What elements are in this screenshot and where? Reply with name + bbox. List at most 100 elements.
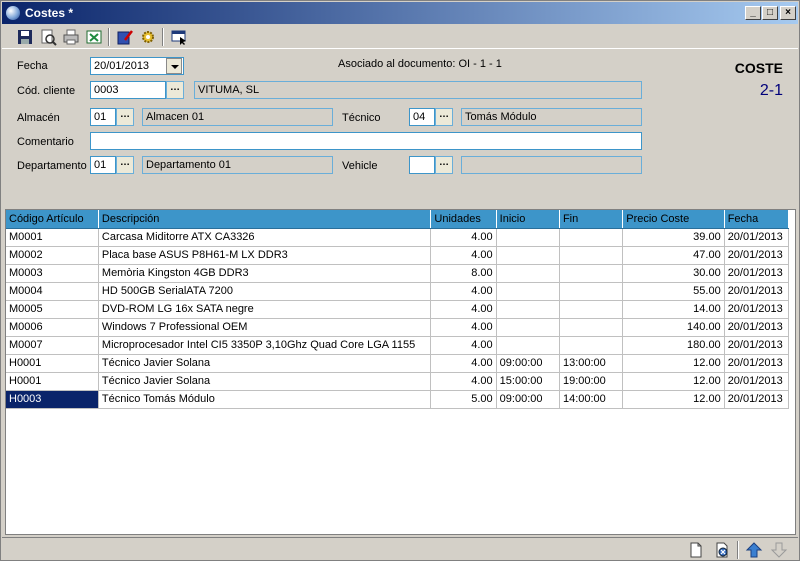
departamento-lookup-button[interactable]: … bbox=[116, 156, 134, 174]
cell-inicio[interactable] bbox=[496, 282, 560, 301]
departamento-code-input[interactable]: 01 bbox=[90, 156, 116, 174]
cell-precio-coste[interactable]: 12.00 bbox=[622, 354, 725, 373]
cell-precio-coste[interactable]: 140.00 bbox=[622, 318, 725, 337]
cell-precio-coste[interactable]: 39.00 bbox=[622, 228, 725, 247]
save-icon[interactable] bbox=[16, 28, 34, 46]
table-row[interactable]: M0005 DVD-ROM LG 16x SATA negre 4.00 14.00 2… bbox=[6, 300, 790, 319]
maximize-button[interactable]: □ bbox=[762, 6, 778, 20]
cell-precio-coste[interactable]: 30.00 bbox=[622, 264, 725, 283]
cell-precio-coste[interactable]: 12.00 bbox=[622, 372, 725, 391]
cell-codigo[interactable]: H0001 bbox=[6, 354, 99, 373]
cell-unidades[interactable]: 4.00 bbox=[430, 282, 497, 301]
cliente-code-input[interactable]: 0003 bbox=[90, 81, 166, 99]
cell-fecha[interactable]: 20/01/2013 bbox=[724, 354, 790, 373]
cell-fin[interactable]: 19:00:00 bbox=[559, 372, 624, 391]
cell-fin[interactable] bbox=[559, 264, 624, 283]
column-header-unidades[interactable]: Unidades bbox=[430, 210, 497, 229]
tecnico-code-input[interactable]: 04 bbox=[409, 108, 435, 126]
cell-precio-coste[interactable]: 47.00 bbox=[622, 246, 725, 265]
column-header-inicio[interactable]: Inicio bbox=[496, 210, 560, 229]
cell-unidades[interactable]: 4.00 bbox=[430, 300, 497, 319]
cell-unidades[interactable]: 4.00 bbox=[430, 354, 497, 373]
fecha-dropdown-icon[interactable] bbox=[166, 58, 182, 74]
cell-unidades[interactable]: 4.00 bbox=[430, 372, 497, 391]
vehicle-lookup-button[interactable]: … bbox=[435, 156, 453, 174]
table-row[interactable]: M0001 Carcasa Miditorre ATX CA3326 4.00 39.… bbox=[6, 228, 790, 247]
tecnico-lookup-button[interactable]: … bbox=[435, 108, 453, 126]
print-preview-icon[interactable] bbox=[39, 28, 57, 46]
cell-inicio[interactable] bbox=[496, 336, 560, 355]
cell-codigo[interactable]: H0003 bbox=[6, 390, 99, 409]
cell-unidades[interactable]: 4.00 bbox=[430, 318, 497, 337]
cell-fecha[interactable]: 20/01/2013 bbox=[724, 336, 790, 355]
close-button[interactable]: × bbox=[780, 6, 796, 20]
cell-fecha[interactable]: 20/01/2013 bbox=[724, 300, 790, 319]
vehicle-code-input[interactable] bbox=[409, 156, 435, 174]
table-row[interactable]: M0004 HD 500GB SerialATA 7200 4.00 55.00 20/… bbox=[6, 282, 790, 301]
cell-unidades[interactable]: 4.00 bbox=[430, 336, 497, 355]
cell-inicio[interactable]: 15:00:00 bbox=[496, 372, 560, 391]
cell-inicio[interactable] bbox=[496, 300, 560, 319]
cell-codigo[interactable]: M0001 bbox=[6, 228, 99, 247]
column-header-descripcion[interactable]: Descripción bbox=[98, 210, 432, 229]
cell-fin[interactable]: 14:00:00 bbox=[559, 390, 624, 409]
cell-precio-coste[interactable]: 14.00 bbox=[622, 300, 725, 319]
cell-inicio[interactable]: 09:00:00 bbox=[496, 390, 560, 409]
cell-descripcion[interactable]: Técnico Javier Solana bbox=[98, 372, 432, 391]
cell-codigo[interactable]: M0004 bbox=[6, 282, 99, 301]
cell-inicio[interactable] bbox=[496, 264, 560, 283]
cell-precio-coste[interactable]: 12.00 bbox=[622, 390, 725, 409]
table-row[interactable]: M0006 Windows 7 Professional OEM 4.00 140.0… bbox=[6, 318, 790, 337]
cell-fecha[interactable]: 20/01/2013 bbox=[724, 390, 790, 409]
table-row[interactable]: M0003 Memòria Kingston 4GB DDR3 8.00 30.00 2… bbox=[6, 264, 790, 283]
cell-codigo[interactable]: M0002 bbox=[6, 246, 99, 265]
cost-lines-grid[interactable]: Código Artículo Descripción Unidades Ini… bbox=[5, 209, 796, 535]
cell-inicio[interactable] bbox=[496, 246, 560, 265]
cell-codigo[interactable]: M0007 bbox=[6, 336, 99, 355]
cell-descripcion[interactable]: DVD-ROM LG 16x SATA negre bbox=[98, 300, 432, 319]
cell-descripcion[interactable]: Carcasa Miditorre ATX CA3326 bbox=[98, 228, 432, 247]
column-header-fin[interactable]: Fin bbox=[559, 210, 624, 229]
table-row[interactable]: M0002 Placa base ASUS P8H61-M LX DDR3 4.00… bbox=[6, 246, 790, 265]
settings-gear-icon[interactable] bbox=[139, 28, 157, 46]
cell-codigo[interactable]: M0003 bbox=[6, 264, 99, 283]
move-up-icon[interactable] bbox=[745, 541, 763, 559]
cell-inicio[interactable] bbox=[496, 228, 560, 247]
cell-fin[interactable] bbox=[559, 246, 624, 265]
cell-unidades[interactable]: 4.00 bbox=[430, 228, 497, 247]
cell-descripcion[interactable]: Windows 7 Professional OEM bbox=[98, 318, 432, 337]
cell-fecha[interactable]: 20/01/2013 bbox=[724, 246, 790, 265]
cell-inicio[interactable]: 09:00:00 bbox=[496, 354, 560, 373]
cell-descripcion[interactable]: Microprocesador Intel CI5 3350P 3,10Ghz … bbox=[98, 336, 432, 355]
cell-codigo[interactable]: M0005 bbox=[6, 300, 99, 319]
cell-fin[interactable] bbox=[559, 336, 624, 355]
cell-unidades[interactable]: 4.00 bbox=[430, 246, 497, 265]
cell-descripcion[interactable]: Placa base ASUS P8H61-M LX DDR3 bbox=[98, 246, 432, 265]
cell-descripcion[interactable]: Memòria Kingston 4GB DDR3 bbox=[98, 264, 432, 283]
cell-fecha[interactable]: 20/01/2013 bbox=[724, 228, 790, 247]
cell-fin[interactable] bbox=[559, 228, 624, 247]
cell-unidades[interactable]: 5.00 bbox=[430, 390, 497, 409]
cell-codigo[interactable]: H0001 bbox=[6, 372, 99, 391]
cell-precio-coste[interactable]: 55.00 bbox=[622, 282, 725, 301]
cell-descripcion[interactable]: HD 500GB SerialATA 7200 bbox=[98, 282, 432, 301]
cell-descripcion[interactable]: Técnico Javier Solana bbox=[98, 354, 432, 373]
cell-fecha[interactable]: 20/01/2013 bbox=[724, 318, 790, 337]
column-header-fecha[interactable]: Fecha bbox=[724, 210, 790, 229]
comentario-input[interactable] bbox=[90, 132, 642, 150]
cell-fin[interactable] bbox=[559, 282, 624, 301]
table-row[interactable]: H0001 Técnico Javier Solana 4.00 15:00:00 19… bbox=[6, 372, 790, 391]
minimize-button[interactable]: _ bbox=[745, 6, 761, 20]
cell-fin[interactable] bbox=[559, 300, 624, 319]
column-header-codigo[interactable]: Código Artículo bbox=[6, 210, 99, 229]
cell-fecha[interactable]: 20/01/2013 bbox=[724, 372, 790, 391]
export-excel-icon[interactable] bbox=[85, 28, 103, 46]
cell-inicio[interactable] bbox=[496, 318, 560, 337]
edit-document-icon[interactable] bbox=[116, 28, 134, 46]
cell-precio-coste[interactable]: 180.00 bbox=[622, 336, 725, 355]
cell-fin[interactable] bbox=[559, 318, 624, 337]
cell-unidades[interactable]: 8.00 bbox=[430, 264, 497, 283]
cell-fecha[interactable]: 20/01/2013 bbox=[724, 282, 790, 301]
table-row[interactable]: H0003 Técnico Tomás Módulo 5.00 09:00:00 14:… bbox=[6, 390, 790, 409]
cell-fecha[interactable]: 20/01/2013 bbox=[724, 264, 790, 283]
